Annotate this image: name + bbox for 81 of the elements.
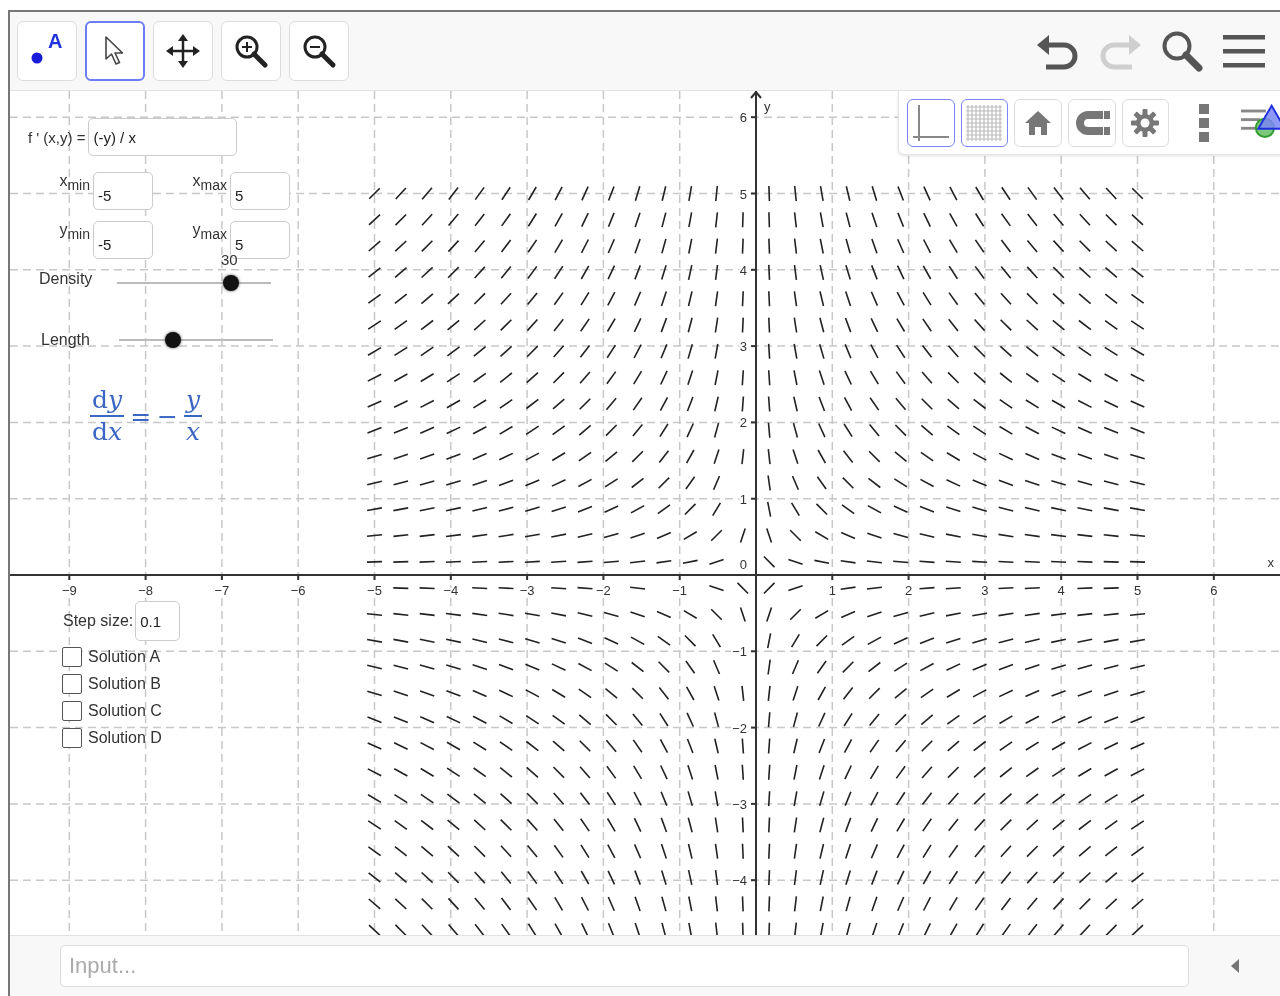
x-tick-label: −2 xyxy=(596,583,611,598)
x-tick-label: 5 xyxy=(1133,583,1142,598)
x-tick-label: −9 xyxy=(61,583,77,598)
x-tick-label: −4 xyxy=(443,583,459,598)
checkbox[interactable] xyxy=(62,701,82,721)
y-tick-label: 2 xyxy=(739,415,747,431)
step-size-field[interactable]: 0.1 xyxy=(135,601,181,641)
move-arrows-icon xyxy=(165,33,201,69)
bound-label: y$_{min}$ xyxy=(58,221,91,243)
fraction-numerator: y xyxy=(184,385,203,417)
more-icon xyxy=(1198,102,1211,143)
checkbox[interactable] xyxy=(62,728,82,748)
point-tool[interactable]: A xyxy=(17,21,77,81)
y-tick-label: −2 xyxy=(732,720,747,736)
search-icon xyxy=(1160,29,1204,73)
x-tick-label: −8 xyxy=(138,583,153,598)
x-tick-label: 6 xyxy=(1210,583,1218,598)
minus-sign: − xyxy=(157,401,179,431)
x-tick-label: −6 xyxy=(290,583,306,598)
x-tick-label: −1 xyxy=(672,583,688,598)
home-icon xyxy=(1024,109,1053,136)
y-tick-label: −3 xyxy=(732,796,747,812)
bound-field[interactable]: 5 xyxy=(230,172,290,210)
zoom-out-tool[interactable] xyxy=(289,21,349,81)
bound-label: y$_{max}$ xyxy=(191,221,228,243)
checkbox-label: Solution D xyxy=(88,729,162,747)
x-axis-label: x xyxy=(1267,555,1274,570)
x-tick-label: −5 xyxy=(367,583,382,598)
y-tick-label: 1 xyxy=(739,491,747,507)
checkbox-label: Solution A xyxy=(88,648,161,666)
bound-label: x$_{max}$ xyxy=(191,172,228,194)
checkbox[interactable] xyxy=(62,647,82,667)
fraction-denominator: x xyxy=(186,417,201,447)
menu-icon xyxy=(1223,33,1265,69)
function-field[interactable]: (-y) / x xyxy=(88,118,238,156)
checkbox-label: Solution B xyxy=(88,675,161,693)
settings-button[interactable] xyxy=(1121,98,1170,147)
point-dot-icon xyxy=(31,52,43,64)
axes-button[interactable] xyxy=(907,98,955,147)
x-tick-label: 3 xyxy=(981,583,989,598)
bound-field[interactable]: -5 xyxy=(93,172,153,210)
select-tool[interactable] xyxy=(85,21,145,81)
y-tick-label: 6 xyxy=(739,110,747,126)
magnet-button[interactable] xyxy=(1067,98,1116,147)
slider-thumb[interactable] xyxy=(164,332,181,348)
y-tick-label: 4 xyxy=(739,262,747,278)
equals-sign: = xyxy=(130,401,152,431)
x-tick-label: 2 xyxy=(905,583,913,598)
origin-label: 0 xyxy=(739,557,747,572)
x-tick-label: −7 xyxy=(214,583,230,598)
y-tick-label: −1 xyxy=(732,644,747,660)
gear-icon xyxy=(1130,107,1161,138)
home-button[interactable] xyxy=(1014,98,1062,147)
collapse-button[interactable] xyxy=(1231,959,1239,973)
y-axis-label: y xyxy=(764,99,771,114)
grid-icon xyxy=(964,102,1005,143)
caret-left-icon xyxy=(1231,959,1239,973)
zoom-in-icon xyxy=(233,33,269,69)
bound-field[interactable]: -5 xyxy=(93,221,153,259)
slider-label: Density xyxy=(39,270,94,288)
x-tick-label: −3 xyxy=(519,583,535,598)
zoom-in-tool[interactable] xyxy=(221,21,281,81)
zoom-out-icon xyxy=(301,33,337,69)
move-view-tool[interactable] xyxy=(153,21,213,81)
slider-label: Length xyxy=(41,331,91,349)
checkbox-label: Solution C xyxy=(88,702,162,720)
axes-icon xyxy=(910,102,951,143)
step-size-label: Step size: xyxy=(63,612,134,630)
checkbox[interactable] xyxy=(62,674,82,694)
x-tick-label: 1 xyxy=(828,583,836,598)
slider-thumb[interactable] xyxy=(222,275,239,291)
bound-label: x$_{min}$ xyxy=(58,172,91,194)
fraction-numerator: dy xyxy=(90,385,125,417)
y-tick-label: 3 xyxy=(739,339,747,355)
fraction-denominator: dx xyxy=(92,417,123,447)
x-tick-label: 4 xyxy=(1057,583,1065,598)
grid-button[interactable] xyxy=(960,98,1009,147)
function-label: f ' (x,y) = xyxy=(28,128,86,146)
y-tick-label: −4 xyxy=(732,873,747,889)
y-tick-label: 5 xyxy=(739,186,747,202)
input-field[interactable]: Input... xyxy=(60,945,1189,987)
